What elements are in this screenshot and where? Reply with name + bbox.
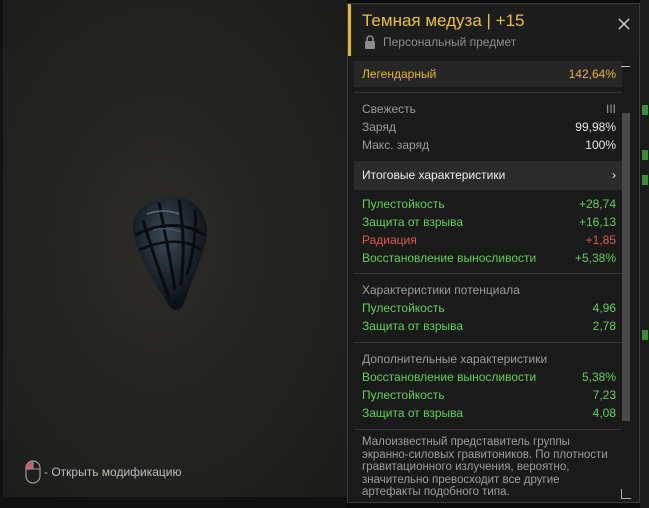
item-subtitle: Персональный предмет: [383, 35, 517, 49]
base-stats-section: Свежесть III Заряд 99,98% Макс. заряд 10…: [354, 92, 622, 161]
stat-value: 4,08: [592, 406, 616, 420]
additional-section: Дополнительные характеристики Восстановл…: [354, 342, 622, 429]
additional-heading: Дополнительные характеристики: [362, 352, 548, 366]
section-heading: Характеристики потенциала: [354, 281, 622, 299]
edge-marker: [642, 105, 648, 115]
stat-row: Макс. заряд 100%: [354, 136, 622, 154]
viewer-footer-strip: [0, 497, 347, 508]
stat-label: Радиация: [362, 233, 417, 247]
stat-value: +5,38%: [574, 251, 616, 265]
item-description: Малоизвестный представитель группы экран…: [354, 429, 622, 500]
stat-row: Заряд 99,98%: [354, 118, 622, 136]
final-stat-row: Радиация +1,85: [354, 231, 622, 249]
totals-label: Итоговые характеристики: [362, 168, 506, 182]
potential-stat-row: Защита от взрыва 2,78: [354, 317, 622, 335]
stat-label: Восстановление выносливости: [362, 251, 537, 265]
potential-stat-row: Пулестойкость 4,96: [354, 299, 622, 317]
scrollbar-thumb[interactable]: [622, 113, 630, 421]
stat-label: Восстановление выносливости: [362, 370, 537, 384]
artifact-model[interactable]: [121, 190, 211, 315]
stat-value: +16,13: [578, 215, 616, 229]
stat-value: +1,85: [585, 233, 616, 247]
stat-value: 100%: [585, 138, 616, 152]
additional-stat-row: Защита от взрыва 4,08: [354, 404, 622, 422]
potential-section: Характеристики потенциала Пулестойкость …: [354, 273, 622, 342]
stat-label: Пулестойкость: [362, 301, 445, 315]
item-header: Темная медуза | +15 Персональный предмет: [348, 4, 639, 56]
stat-value: III: [605, 102, 616, 116]
stat-label: Пулестойкость: [362, 197, 445, 211]
stat-label: Заряд: [362, 120, 396, 134]
edge-marker: [642, 175, 648, 185]
stat-value: 4,96: [592, 301, 616, 315]
stat-label: Пулестойкость: [362, 388, 445, 402]
hint-text: - Открыть модификацию: [44, 465, 182, 479]
stat-label: Защита от взрыва: [362, 215, 464, 229]
stat-value: 5,38%: [581, 370, 616, 384]
final-stat-row: Защита от взрыва +16,13: [354, 213, 622, 231]
item-preview-viewer[interactable]: - Открыть модификацию: [0, 0, 347, 508]
stat-value: 7,23: [592, 388, 616, 402]
chevron-right-icon: ›: [612, 168, 616, 182]
lock-icon: [365, 35, 375, 49]
edge-marker: [642, 330, 648, 340]
item-stats: Легендарный 142,64% Свежесть III Заряд 9…: [354, 61, 622, 500]
stat-value: 99,98%: [575, 120, 616, 134]
background-panel-edge: [640, 0, 649, 508]
final-stat-row: Пулестойкость +28,74: [354, 195, 622, 213]
stat-value: +28,74: [578, 197, 616, 211]
section-heading: Дополнительные характеристики: [354, 350, 622, 368]
final-stat-row: Восстановление выносливости +5,38%: [354, 249, 622, 267]
stat-label: Защита от взрыва: [362, 406, 464, 420]
edge-marker: [642, 150, 648, 160]
stat-label: Защита от взрыва: [362, 319, 464, 333]
totals-button[interactable]: Итоговые характеристики ›: [354, 161, 622, 190]
final-stats-section: Пулестойкость +28,74 Защита от взрыва +1…: [354, 190, 622, 273]
mouse-left-click-icon: [25, 460, 41, 484]
item-details-panel: Темная медуза | +15 Персональный предмет…: [347, 3, 640, 503]
item-title: Темная медуза | +15: [362, 11, 525, 30]
open-modification-hint: - Открыть модификацию: [25, 460, 182, 484]
potential-heading: Характеристики потенциала: [362, 283, 520, 297]
stat-row: Свежесть III: [354, 100, 622, 118]
rarity-value: 142,64%: [568, 67, 616, 81]
stat-label: Макс. заряд: [362, 138, 430, 152]
stat-label: Свежесть: [362, 102, 416, 116]
additional-stat-row: Пулестойкость 7,23: [354, 386, 622, 404]
rarity-label: Легендарный: [362, 67, 437, 81]
additional-stat-row: Восстановление выносливости 5,38%: [354, 368, 622, 386]
scroll-top-marker: [621, 66, 630, 67]
rarity-row: Легендарный 142,64%: [354, 61, 622, 87]
close-icon[interactable]: [617, 17, 631, 31]
panel-corner: [621, 489, 631, 499]
stat-value: 2,78: [592, 319, 616, 333]
